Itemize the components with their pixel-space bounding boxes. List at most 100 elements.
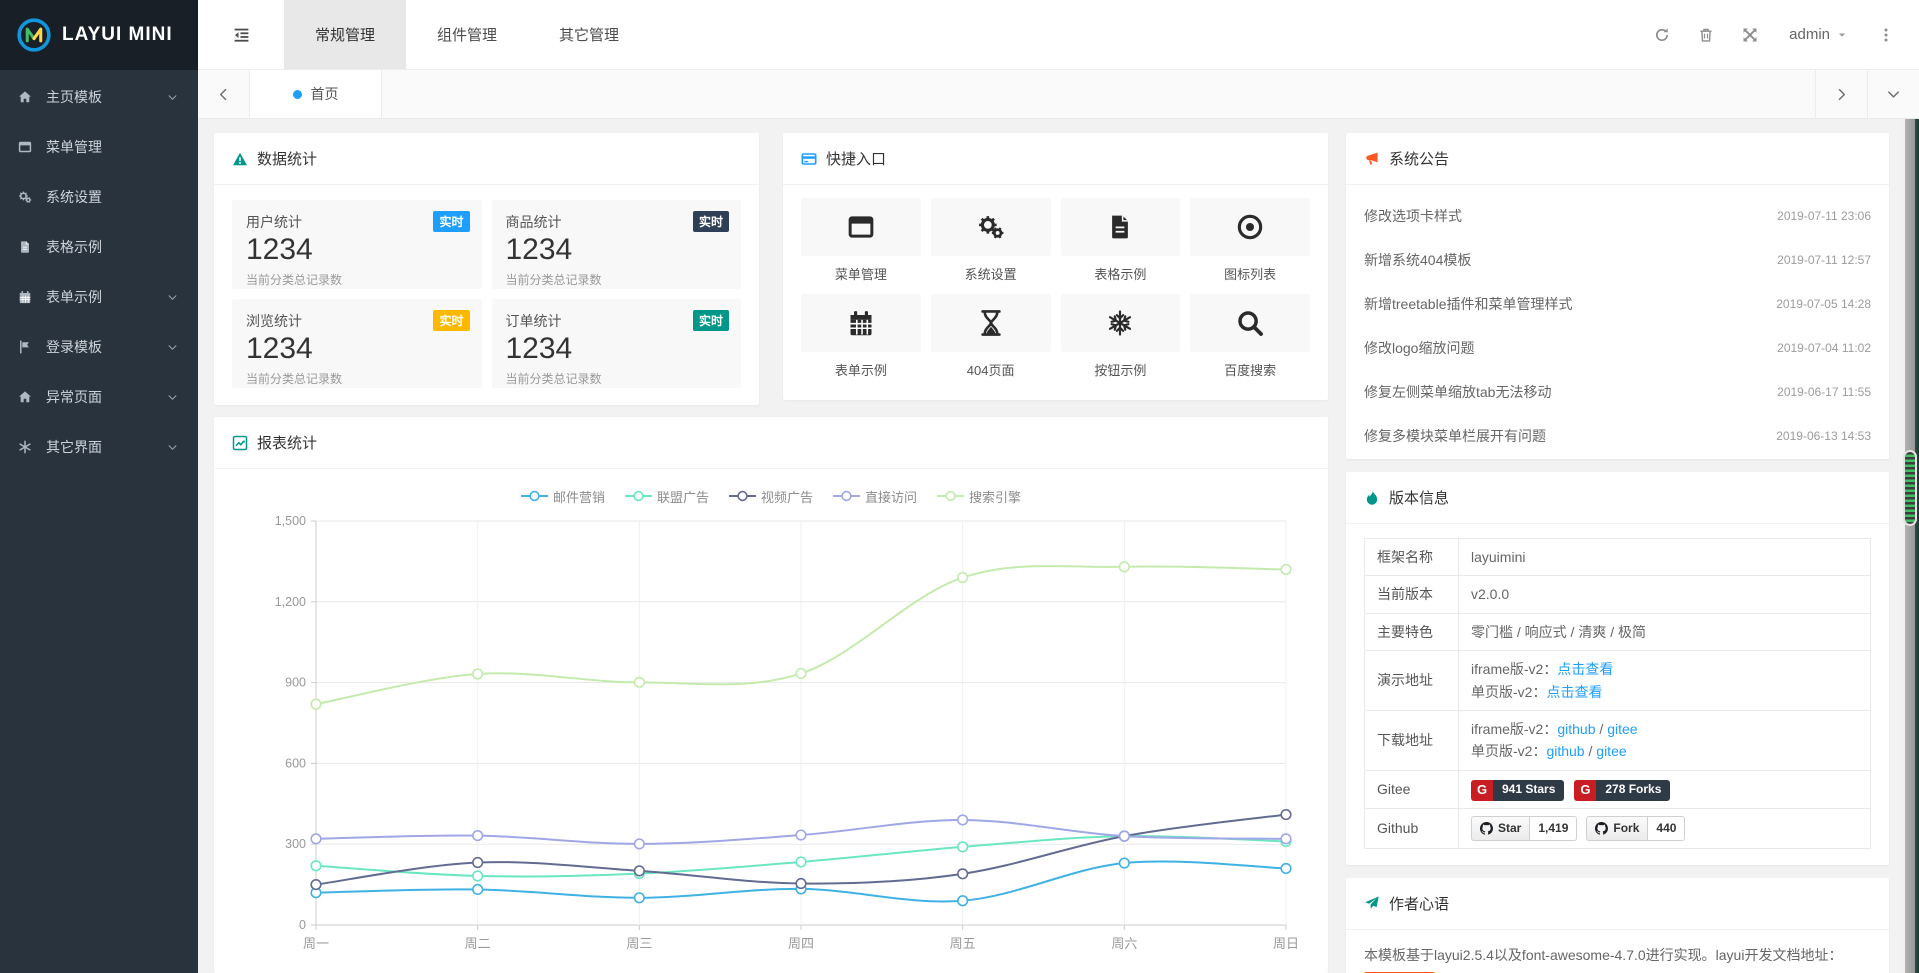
refresh-button[interactable] xyxy=(1645,18,1679,52)
link-github[interactable]: github xyxy=(1557,721,1595,737)
legend-label: 直接访问 xyxy=(865,487,917,506)
notice-text: 新增系统404模板 xyxy=(1364,250,1471,270)
header-tab-2[interactable]: 其它管理 xyxy=(528,0,650,69)
gitee-badge[interactable]: G278 Forks xyxy=(1574,780,1670,801)
notice-date: 2019-07-11 23:06 xyxy=(1777,209,1871,223)
sidebar-item-6[interactable]: 异常页面 xyxy=(0,372,198,422)
logo[interactable]: LAYUI MINI xyxy=(0,0,198,70)
sidebar-item-1[interactable]: 菜单管理 xyxy=(0,122,198,172)
sidebar-item-7[interactable]: 其它界面 xyxy=(0,422,198,472)
version-link-line: iframe版-v2：github / gitee xyxy=(1471,718,1858,740)
window-icon xyxy=(801,198,921,256)
chevron-down-icon xyxy=(167,92,178,103)
outdent-icon xyxy=(233,26,250,43)
legend-item-2[interactable]: 视频广告 xyxy=(729,487,813,506)
stats-cards: 用户统计1234当前分类总记录数实时商品统计1234当前分类总记录数实时浏览统计… xyxy=(214,185,759,403)
svg-text:1,200: 1,200 xyxy=(275,595,306,609)
tab-home[interactable]: 首页 xyxy=(250,70,382,118)
quick-entry-2[interactable]: 表格示例 xyxy=(1061,198,1181,283)
bullseye-icon xyxy=(1190,198,1310,256)
version-row-5: GiteeG941 StarsG278 Forks xyxy=(1365,770,1871,808)
quick-entry-7[interactable]: 百度搜索 xyxy=(1190,294,1310,379)
menu-collapse-button[interactable] xyxy=(198,0,284,69)
sidebar-item-4[interactable]: 表单示例 xyxy=(0,272,198,322)
stat-desc: 当前分类总记录数 xyxy=(506,271,728,288)
svg-text:周三: 周三 xyxy=(626,936,652,951)
notice-text: 修复多模块菜单栏展开有问题 xyxy=(1364,426,1546,446)
quick-entry-5[interactable]: 404页面 xyxy=(931,294,1051,379)
logo-text: LAYUI MINI xyxy=(62,24,173,46)
notice-item-3[interactable]: 修改logo缩放问题2019-07-04 11:02 xyxy=(1364,326,1871,370)
gitee-logo-icon: G xyxy=(1574,780,1596,801)
sidebar-item-2[interactable]: 系统设置 xyxy=(0,172,198,222)
header-tab-0[interactable]: 常规管理 xyxy=(284,0,406,69)
version-row-6: GithubStar1,419Fork440 xyxy=(1365,808,1871,848)
notice-item-5[interactable]: 修复多模块菜单栏展开有问题2019-06-13 14:53 xyxy=(1364,414,1871,458)
page-scrollbar[interactable] xyxy=(1902,119,1919,973)
version-link-line: 单页版-v2：github / gitee xyxy=(1471,740,1858,762)
header-tab-1[interactable]: 组件管理 xyxy=(406,0,528,69)
scrollbar-thumb[interactable] xyxy=(1903,450,1917,526)
chevron-down-icon xyxy=(167,292,178,303)
panel-quick-entry: 快捷入口 菜单管理系统设置表格示例图标列表表单示例404页面按钮示例百度搜索 xyxy=(783,133,1328,400)
notice-item-0[interactable]: 修改选项卡样式2019-07-11 23:06 xyxy=(1364,194,1871,238)
quick-entry-1[interactable]: 系统设置 xyxy=(931,198,1051,283)
user-dropdown[interactable]: admin xyxy=(1777,26,1859,43)
sidebar-item-3[interactable]: 表格示例 xyxy=(0,222,198,272)
chevron-down-icon xyxy=(167,442,178,453)
notice-item-2[interactable]: 新增treetable插件和菜单管理样式2019-07-05 14:28 xyxy=(1364,282,1871,326)
legend-label: 邮件营销 xyxy=(553,487,605,506)
link-点击查看[interactable]: 点击查看 xyxy=(1546,684,1602,700)
chevron-right-icon xyxy=(1834,87,1849,102)
sidebar-item-label: 表单示例 xyxy=(46,287,102,307)
sidebar: LAYUI MINI 主页模板菜单管理系统设置表格示例表单示例登录模板异常页面其… xyxy=(0,0,198,973)
github-star-button[interactable]: Star1,419 xyxy=(1471,816,1577,841)
quick-entry-label: 菜单管理 xyxy=(801,264,921,283)
version-label: 主要特色 xyxy=(1365,613,1459,650)
sidebar-item-0[interactable]: 主页模板 xyxy=(0,72,198,122)
gitee-badge[interactable]: G941 Stars xyxy=(1471,780,1564,801)
github-icon xyxy=(1595,822,1608,835)
link-gitee[interactable]: gitee xyxy=(1607,721,1637,737)
stat-value: 1234 xyxy=(246,233,468,268)
legend-item-4[interactable]: 搜索引擎 xyxy=(937,487,1021,506)
quick-entry-0[interactable]: 菜单管理 xyxy=(801,198,921,283)
notice-item-4[interactable]: 修复左侧菜单缩放tab无法移动2019-06-17 11:55 xyxy=(1364,370,1871,414)
svg-text:周六: 周六 xyxy=(1111,936,1137,951)
tab-scroll-left-button[interactable] xyxy=(198,70,250,118)
stat-desc: 当前分类总记录数 xyxy=(246,370,468,387)
link-gitee[interactable]: gitee xyxy=(1596,743,1626,759)
fullscreen-button[interactable] xyxy=(1733,18,1767,52)
cogs-icon xyxy=(18,190,36,204)
sidebar-item-5[interactable]: 登录模板 xyxy=(0,322,198,372)
tab-scroll-right-button[interactable] xyxy=(1815,70,1867,118)
svg-text:1,500: 1,500 xyxy=(275,514,306,528)
legend-marker-icon xyxy=(625,490,652,502)
notice-item-1[interactable]: 新增系统404模板2019-07-11 12:57 xyxy=(1364,238,1871,282)
more-menu-button[interactable] xyxy=(1869,18,1903,52)
svg-text:周四: 周四 xyxy=(788,936,814,951)
asterisk-icon xyxy=(18,440,36,454)
chart-legend: 邮件营销 联盟广告 视频广告 直接访问 搜索引擎 xyxy=(228,485,1314,507)
chevron-down-icon xyxy=(167,342,178,353)
clear-cache-button[interactable] xyxy=(1689,18,1723,52)
notice-text: 修复左侧菜单缩放tab无法移动 xyxy=(1364,382,1551,402)
github-fork-button[interactable]: Fork440 xyxy=(1586,816,1685,841)
bullhorn-icon xyxy=(1364,151,1380,167)
link-点击查看[interactable]: 点击查看 xyxy=(1557,661,1613,677)
chevron-left-icon xyxy=(216,87,231,102)
legend-item-0[interactable]: 邮件营销 xyxy=(521,487,605,506)
quick-entry-4[interactable]: 表单示例 xyxy=(801,294,921,379)
quick-entry-3[interactable]: 图标列表 xyxy=(1190,198,1310,283)
caret-down-icon xyxy=(1837,30,1847,40)
legend-item-3[interactable]: 直接访问 xyxy=(833,487,917,506)
quick-entry-6[interactable]: 按钮示例 xyxy=(1061,294,1181,379)
tab-operations-button[interactable] xyxy=(1867,70,1919,118)
panel-title: 快捷入口 xyxy=(783,133,1328,185)
svg-text:周一: 周一 xyxy=(303,936,329,951)
stat-card-2: 浏览统计1234当前分类总记录数实时 xyxy=(232,299,482,388)
left-column: 数据统计 用户统计1234当前分类总记录数实时商品统计1234当前分类总记录数实… xyxy=(214,133,1328,973)
legend-item-1[interactable]: 联盟广告 xyxy=(625,487,709,506)
link-github[interactable]: github xyxy=(1546,743,1584,759)
quick-entry-label: 百度搜索 xyxy=(1190,360,1310,379)
